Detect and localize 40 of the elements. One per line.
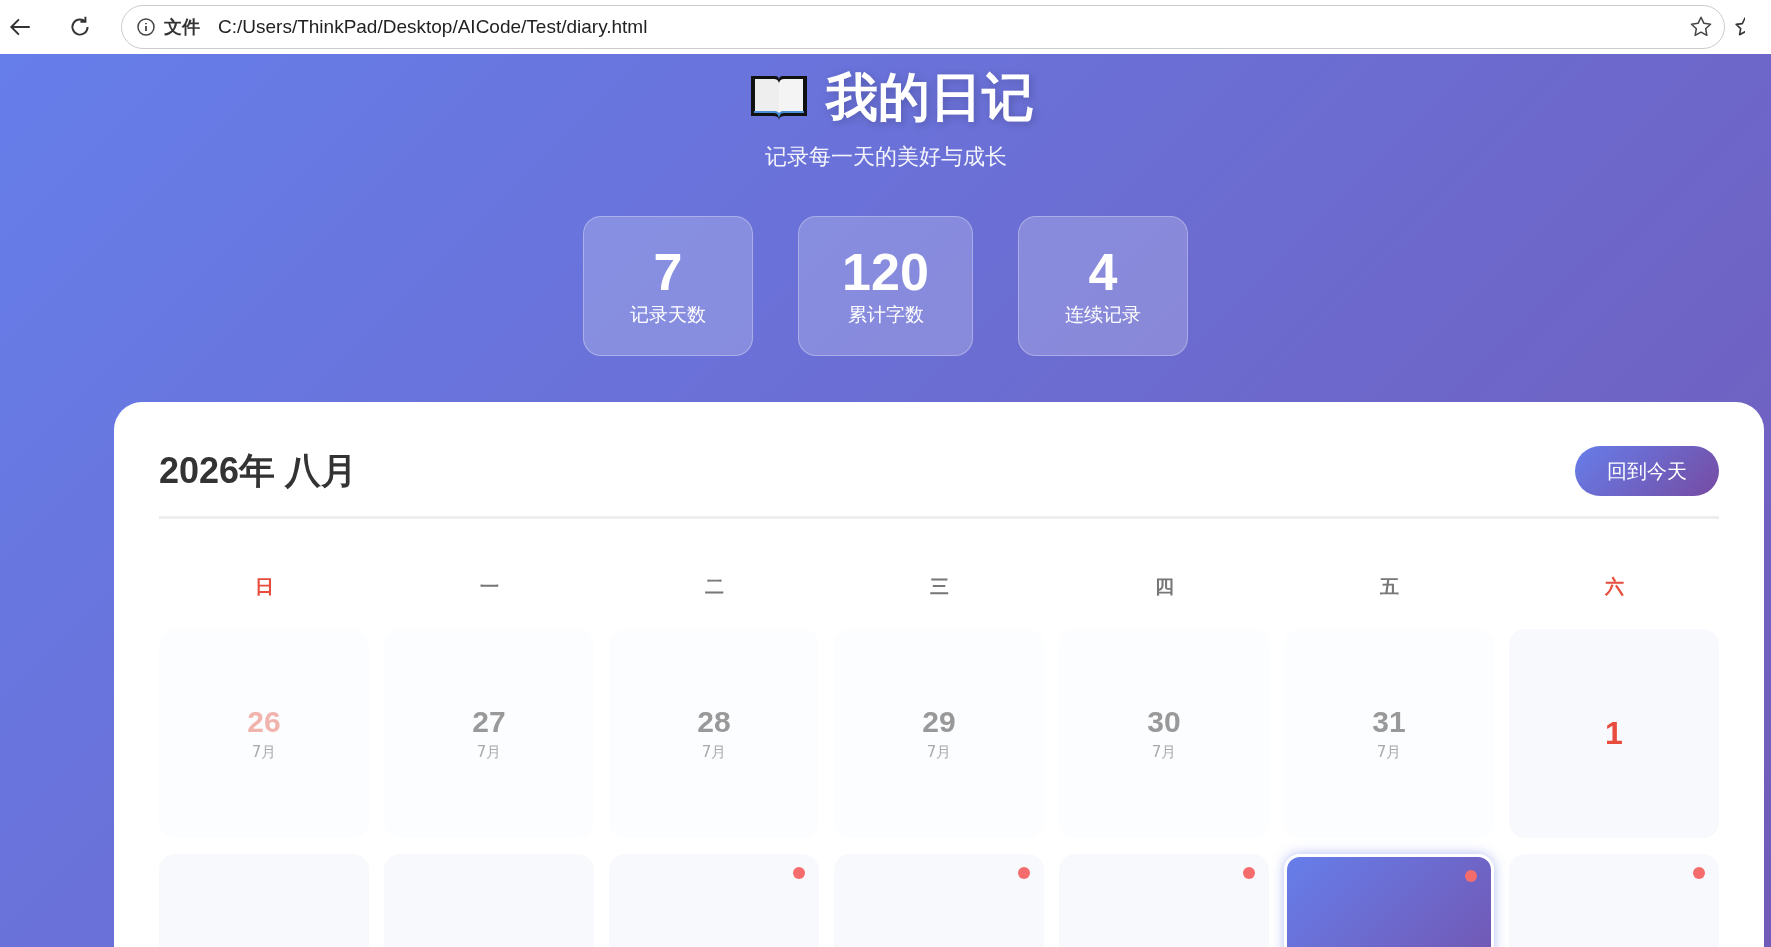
weekday-label: 四 [1153, 574, 1175, 599]
day-number: 1 [1605, 715, 1623, 752]
month-label: 7月 [926, 743, 952, 762]
stat-label: 累计字数 [847, 302, 924, 327]
day-number: 28 [697, 705, 731, 739]
weekday-label: 日 [253, 574, 275, 599]
month-label: 7月 [251, 743, 277, 762]
month-label: 7月 [1151, 743, 1177, 762]
day-number: 31 [1372, 705, 1406, 739]
day-number: 30 [1147, 705, 1181, 739]
info-icon[interactable] [136, 17, 156, 37]
weekday-label: 一 [478, 574, 500, 599]
page-subtitle: 记录每一天的美好与成长 [764, 143, 1007, 171]
scheme-label: 文件 [164, 15, 200, 39]
day-number: 26 [247, 705, 281, 739]
entry-dot [1693, 867, 1705, 879]
entry-dot [1018, 867, 1030, 879]
weekday-label: 二 [703, 574, 725, 599]
stat-value: 7 [653, 244, 683, 300]
day-number: 29 [922, 705, 956, 739]
url-text: C:/Users/ThinkPad/Desktop/AICode/Test/diary.html [218, 16, 648, 38]
today-button[interactable]: 回到今天 [1575, 446, 1719, 496]
stat-label: 连续记录 [1065, 302, 1141, 327]
weekday-label: 三 [928, 574, 950, 599]
weekday-label: 五 [1378, 574, 1400, 599]
stat-label: 记录天数 [630, 302, 706, 327]
month-title: 2026年 八月 [159, 448, 358, 493]
entry-dot [793, 867, 805, 879]
month-label: 7月 [701, 743, 727, 762]
entry-dot [1243, 867, 1255, 879]
month-label: 7月 [1376, 743, 1402, 762]
stat-value: 120 [842, 244, 929, 300]
weekday-label: 六 [1603, 574, 1625, 599]
month-label: 7月 [476, 743, 502, 762]
day-cell[interactable]: 1 [1509, 629, 1719, 838]
stat-value: 4 [1088, 244, 1118, 300]
entry-dot [1465, 870, 1477, 882]
day-number: 27 [472, 705, 506, 739]
page-title: 我的日记 [825, 66, 1034, 129]
star-icon[interactable] [1733, 15, 1745, 39]
